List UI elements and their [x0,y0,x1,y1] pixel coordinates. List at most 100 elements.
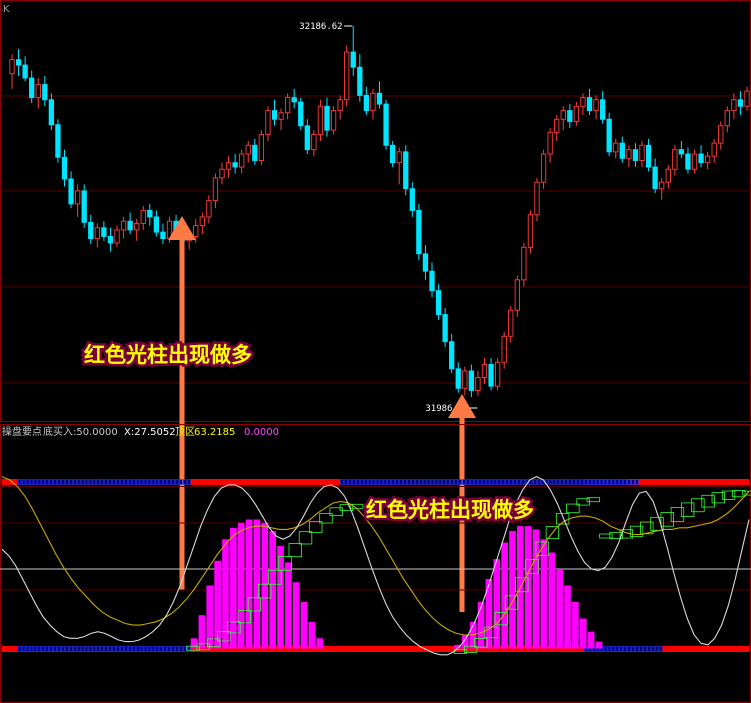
magenta-bar [277,545,284,649]
top-band-red-segment [190,479,341,485]
candle-body [252,144,258,161]
candle-body [521,246,527,281]
candle-body [193,225,199,237]
top-band-blue-cell [155,479,160,485]
top-band-blue-cell [163,479,167,485]
magenta-bar [190,638,198,649]
top-band-blue-cell [615,479,620,485]
candle-body [147,209,153,218]
top-band-blue-cell [631,479,635,485]
candle-body [245,144,251,155]
green-box [701,494,715,508]
top-band-blue-cell [120,479,124,485]
top-band-blue-cell [458,479,462,485]
buy-signal-annotation: 红色光柱出现做多 [84,343,252,367]
magenta-bars [190,519,603,649]
top-band-blue-cell [159,479,163,485]
candle-body [265,110,271,135]
candle-body [744,90,750,107]
candle-body [68,178,74,205]
bottom-band-blue-cell [163,646,167,652]
candle-body [114,229,120,244]
candle-body [271,110,278,120]
top-band-blue-cell [521,479,525,485]
top-band-blue-cell [363,479,368,485]
candle-body [107,236,114,244]
candle-body [573,105,580,122]
indicator-x-label: X:27.5052 [124,427,176,438]
bottom-band-blue-cell [72,646,77,652]
indicator-top-value: 63.2185 [194,427,235,438]
top-band-blue-cell [76,479,81,485]
bottom-band-blue-cell [139,646,144,652]
top-band-blue-cell [442,479,447,485]
green-box [288,543,302,558]
candle-body [718,125,724,144]
bottom-band-blue-cell [175,646,179,652]
candle-body [580,97,586,107]
candle-body [206,200,212,218]
bottom-band-blue-cell [186,646,191,652]
top-band-blue-cell [352,479,356,485]
top-band-blue-cell [418,479,423,485]
candle-body [61,156,68,180]
candle-body [606,118,612,153]
top-band-blue-cell [88,479,93,485]
bottom-band-blue-cell [159,646,163,652]
candle-body [547,131,553,155]
top-band-blue-cell [69,479,73,485]
top-band-blue-cell [407,479,411,485]
candle-body [55,124,61,158]
bottom-band-blue-cell [57,646,61,652]
top-band-blue-cell [45,479,49,485]
bottom-band-blue-cell [135,646,140,652]
top-band-blue-cell [607,479,612,485]
bottom-band-blue-cell [17,646,22,652]
candle-body [632,149,639,161]
bottom-band-blue-cell [96,646,101,652]
top-band-blue-cell [186,479,191,485]
top-band-blue-cell [395,479,399,485]
candle-body [403,151,409,190]
top-band-blue-cell [96,479,101,485]
bottom-band-blue-cell [627,646,631,652]
bottom-band-blue-cell [76,646,81,652]
bottom-band-blue-cell [49,646,53,652]
top-band-blue-cell [450,479,454,485]
candle-body [376,92,383,105]
candle-body [324,105,330,131]
indicator-name: 操盘要点 [2,425,42,438]
top-band-blue-cell [131,479,136,485]
price-high-label: 32186.62 [299,22,342,32]
top-band-blue-cell [104,479,108,485]
top-band-blue-cell [135,479,140,485]
magenta-bar [509,531,516,649]
candle-body [94,227,100,240]
candle-body [508,309,514,337]
top-band-blue-cell [49,479,53,485]
top-band-blue-cell [603,479,608,485]
candle-body [304,125,310,151]
bottom-band-blue-cell [615,646,620,652]
top-band-blue-cell [481,479,486,485]
bottom-band-blue-cell [643,646,647,652]
candle-body [554,118,560,133]
top-band-blue-cell [619,479,623,485]
green-box [711,492,726,504]
candle-body [88,221,94,240]
top-band-blue-cell [84,479,89,485]
top-band-blue-cell [383,479,388,485]
candle-body [685,153,691,170]
bottom-band-blue-cell [37,646,42,652]
top-band-blue-cell [446,479,451,485]
top-band-blue-cell [576,479,580,485]
top-band-blue-cell [548,479,553,485]
indicator-last-value: 0.0000 [244,427,279,438]
magenta-bar [269,531,277,649]
candle-body [724,110,730,127]
bottom-band-blue-cell [104,646,108,652]
top-band-blue-cell [627,479,631,485]
candle-body [435,290,442,316]
bottom-band-blue-cell [45,646,49,652]
candle-body [101,227,107,237]
